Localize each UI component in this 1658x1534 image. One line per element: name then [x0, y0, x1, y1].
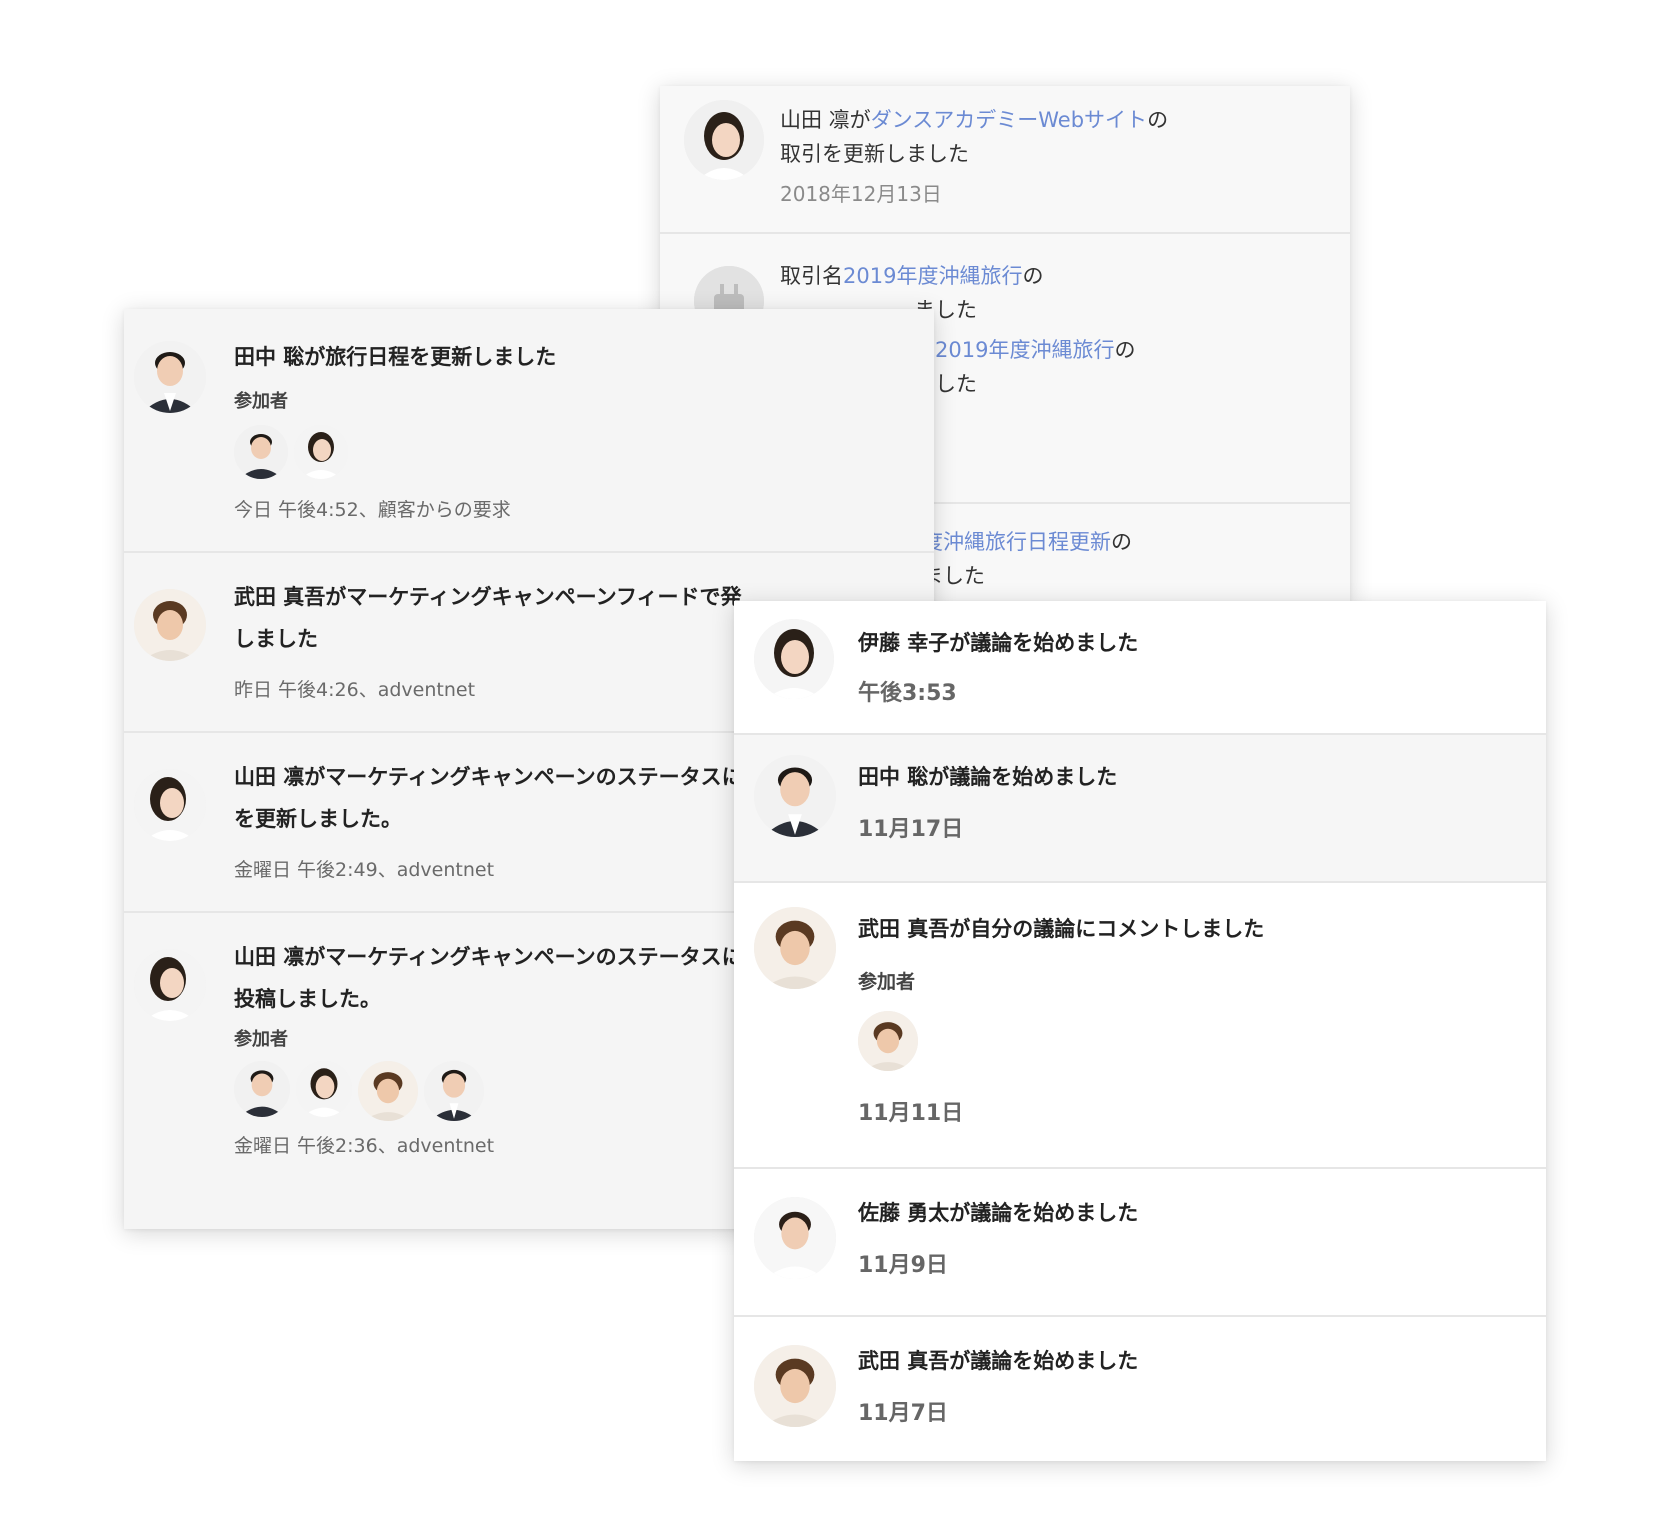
divider [124, 551, 934, 553]
participants-label: 参加者 [234, 391, 288, 412]
man-casual-avatar[interactable] [754, 1345, 836, 1427]
activity-title-line2: しました [234, 627, 318, 651]
woman-avatar[interactable] [684, 100, 764, 180]
man-suit-avatar[interactable] [134, 341, 206, 413]
activity-text: 取引名2019年度沖縄旅行の [780, 264, 1044, 288]
activity-title: 武田 真吾がマーケティングキャンペーンフィードで発 [234, 585, 742, 609]
man-suit-avatar[interactable] [754, 755, 836, 837]
activity-title: 山田 凛がマーケティングキャンペーンのステータスに [234, 765, 743, 789]
activity-title: 山田 凛がマーケティングキャンペーンのステータスに [234, 945, 743, 969]
activity-date: 2018年12月13日 [780, 182, 942, 206]
activity-meta: 金曜日 午後2:36、adventnet [234, 1135, 495, 1157]
right-discussion-panel: 伊藤 幸子が議論を始めました 午後3:53 田中 聡が議論を始めました 11月1… [734, 601, 1546, 1461]
woman-avatar[interactable] [134, 949, 206, 1021]
activity-text-line3: 名2019年度沖縄旅行の [914, 338, 1136, 362]
discussion-item[interactable]: 武田 真吾が自分の議論にコメントしました 参加者 11月11日 [734, 883, 1546, 1167]
discussion-item[interactable]: 武田 真吾が議論を始めました 11月7日 [734, 1317, 1546, 1461]
participants-label: 参加者 [234, 1029, 288, 1050]
discussion-title: 武田 真吾が議論を始めました [858, 1349, 1139, 1373]
discussion-item[interactable]: 佐藤 勇太が議論を始めました 11月9日 [734, 1169, 1546, 1315]
discussion-date: 11月11日 [858, 1101, 964, 1126]
activity-text: 山田 凛がダンスアカデミーWebサイトの [780, 108, 1169, 132]
activity-title: 田中 聡が旅行日程を更新しました [234, 345, 557, 369]
discussion-item[interactable]: 田中 聡が議論を始めました 11月17日 [734, 735, 1546, 881]
participant-man-avatar[interactable] [234, 1061, 290, 1117]
participant-woman-avatar[interactable] [294, 425, 348, 479]
activity-text: 度沖縄旅行日程更新の [922, 530, 1132, 554]
discussion-item[interactable]: 伊藤 幸子が議論を始めました 午後3:53 [734, 601, 1546, 733]
participant-man-suit-avatar[interactable] [424, 1061, 484, 1121]
deal-link[interactable]: 2019年度沖縄旅行 [843, 264, 1022, 288]
participant-man-avatar[interactable] [234, 425, 288, 479]
discussion-date: 11月7日 [858, 1401, 948, 1426]
discussion-date: 11月9日 [858, 1253, 948, 1278]
discussion-title: 伊藤 幸子が議論を始めました [858, 631, 1139, 655]
man-young-avatar[interactable] [754, 1197, 836, 1279]
discussion-title: 田中 聡が議論を始めました [858, 765, 1118, 789]
discussion-date: 午後3:53 [858, 681, 957, 706]
divider [660, 232, 1350, 234]
activity-meta: 昨日 午後4:26、adventnet [234, 679, 476, 701]
woman-avatar[interactable] [134, 769, 206, 841]
participant-man-casual-avatar[interactable] [358, 1061, 418, 1121]
woman-avatar[interactable] [754, 619, 834, 699]
man-casual-avatar[interactable] [134, 589, 206, 661]
participant-man-casual-avatar[interactable] [858, 1011, 918, 1071]
discussion-title: 佐藤 勇太が議論を始めました [858, 1201, 1139, 1225]
activity-title-line2: 投稿しました。 [234, 987, 381, 1011]
deal-link[interactable]: 2019年度沖縄旅行 [935, 338, 1114, 362]
activity-title-line2: を更新しました。 [234, 807, 402, 831]
deal-link[interactable]: ダンスアカデミーWebサイト [871, 108, 1147, 132]
activity-meta: 今日 午後4:52、顧客からの要求 [234, 499, 511, 521]
activity-text-line2: 取引を更新しました [780, 142, 969, 166]
discussion-date: 11月17日 [858, 817, 964, 842]
participants-label: 参加者 [858, 971, 916, 993]
man-casual-avatar[interactable] [754, 907, 836, 989]
discussion-title: 武田 真吾が自分の議論にコメントしました [858, 917, 1265, 941]
activity-meta: 金曜日 午後2:49、adventnet [234, 859, 495, 881]
deal-link[interactable]: 度沖縄旅行日程更新 [922, 530, 1111, 554]
participant-woman-avatar[interactable] [296, 1061, 352, 1117]
